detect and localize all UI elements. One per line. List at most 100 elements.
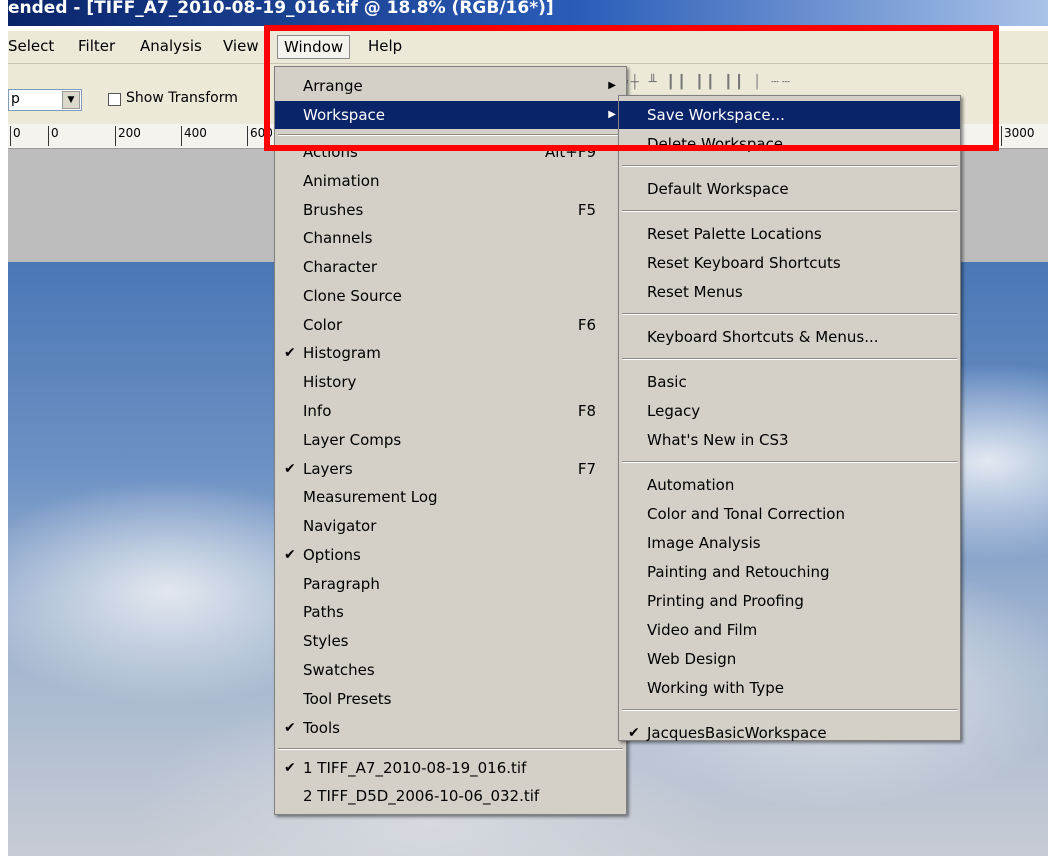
menu-item-label: History — [303, 373, 357, 391]
menu-item-navigator[interactable]: Navigator — [275, 512, 626, 540]
title-bar: ended - [TIFF_A7_2010-08-19_016.tif @ 18… — [8, 0, 1048, 26]
tool-combo-value: p — [11, 91, 20, 107]
menu-view[interactable]: View — [223, 37, 259, 55]
menu-item-shortcut: F5 — [577, 201, 596, 219]
ruler-tick: 3000 — [1001, 126, 1035, 146]
menu-item-brushes[interactable]: Brushes F5 — [275, 196, 626, 224]
submenu-item-automation[interactable]: Automation — [619, 471, 960, 499]
menu-item-label: Reset Palette Locations — [647, 225, 822, 243]
tool-combo[interactable]: p ▼ — [8, 89, 82, 111]
submenu-item-web-design[interactable]: Web Design — [619, 645, 960, 673]
checkmark-icon: ✔ — [628, 725, 640, 741]
submenu-item-delete-workspace[interactable]: Delete Workspace... — [619, 130, 960, 158]
menu-window[interactable]: Window — [277, 35, 351, 59]
menu-item-measurement-log[interactable]: Measurement Log — [275, 483, 626, 511]
submenu-item-color-and-tonal-correction[interactable]: Color and Tonal Correction — [619, 500, 960, 528]
menu-item-label: Web Design — [647, 650, 737, 668]
menu-item-label: Save Workspace... — [647, 106, 785, 124]
menu-item-label: Automation — [647, 476, 735, 494]
menu-item-shortcut: F6 — [577, 316, 596, 334]
menu-item-label: Reset Keyboard Shortcuts — [647, 254, 841, 272]
menu-item-label: Actions — [303, 143, 358, 161]
menu-item-label: Paths — [303, 603, 344, 621]
ruler-tick: 0 — [10, 126, 21, 146]
menu-item-label: Swatches — [303, 661, 375, 679]
submenu-item-reset-palette-locations[interactable]: Reset Palette Locations — [619, 220, 960, 248]
submenu-item-basic[interactable]: Basic — [619, 368, 960, 396]
menu-separator — [622, 358, 957, 360]
menu-item-label: Brushes — [303, 201, 364, 219]
checkmark-icon: ✔ — [284, 345, 296, 361]
menu-item-options[interactable]: ✔ Options — [275, 541, 626, 569]
menu-item-label: Workspace — [303, 106, 385, 124]
menu-item-tools[interactable]: ✔ Tools — [275, 714, 626, 742]
menu-item-tool-presets[interactable]: Tool Presets — [275, 685, 626, 713]
window-title: ended - [TIFF_A7_2010-08-19_016.tif @ 18… — [8, 0, 554, 18]
menu-analysis[interactable]: Analysis — [140, 37, 202, 55]
menu-item-history[interactable]: History — [275, 368, 626, 396]
submenu-item-what-s-new-in-cs3[interactable]: What's New in CS3 — [619, 426, 960, 454]
menu-item-label: Working with Type — [647, 679, 784, 697]
menu-help[interactable]: Help — [368, 37, 402, 55]
menu-select[interactable]: Select — [8, 37, 54, 55]
menu-item-workspace[interactable]: Workspace ▶ — [275, 101, 626, 129]
menu-item-animation[interactable]: Animation — [275, 167, 626, 195]
submenu-item-save-workspace[interactable]: Save Workspace... — [619, 101, 960, 129]
menu-item-paragraph[interactable]: Paragraph — [275, 570, 626, 598]
menu-item-label: Measurement Log — [303, 488, 438, 506]
submenu-item-keyboard-shortcuts-menus[interactable]: Keyboard Shortcuts & Menus... — [619, 323, 960, 351]
checkmark-icon: ✔ — [284, 547, 296, 563]
menu-item-clone-source[interactable]: Clone Source — [275, 282, 626, 310]
menu-item-document[interactable]: ✔ 1 TIFF_A7_2010-08-19_016.tif — [275, 754, 626, 782]
submenu-item-jacquesbasicworkspace[interactable]: ✔ JacquesBasicWorkspace — [619, 719, 960, 747]
menu-item-info[interactable]: Info F8 — [275, 397, 626, 425]
menu-separator — [622, 313, 957, 315]
menu-item-label: Styles — [303, 632, 349, 650]
menu-item-label: Default Workspace — [647, 180, 789, 198]
menu-separator — [622, 165, 957, 167]
menu-item-color[interactable]: Color F6 — [275, 311, 626, 339]
menu-item-label: Basic — [647, 373, 687, 391]
ruler-tick: 200 — [115, 126, 141, 146]
submenu-item-image-analysis[interactable]: Image Analysis — [619, 529, 960, 557]
menu-item-label: Printing and Proofing — [647, 592, 804, 610]
menu-item-actions[interactable]: Actions Alt+F9 — [275, 138, 626, 166]
menu-item-layers[interactable]: ✔ Layers F7 — [275, 455, 626, 483]
submenu-item-default-workspace[interactable]: Default Workspace — [619, 175, 960, 203]
menu-item-label: Navigator — [303, 517, 377, 535]
align-icons[interactable]: ╪┼ ╨ ┃┃ ┃┃ ┃┃ │ ┄┄ — [620, 75, 793, 90]
menu-separator — [622, 709, 957, 711]
menu-item-character[interactable]: Character — [275, 253, 626, 281]
menu-filter[interactable]: Filter — [78, 37, 115, 55]
menu-item-styles[interactable]: Styles — [275, 627, 626, 655]
menu-item-label: Tools — [303, 719, 340, 737]
menu-item-arrange[interactable]: Arrange ▶ — [275, 72, 626, 100]
checkmark-icon: ✔ — [284, 720, 296, 736]
ruler-tick: 600 — [247, 126, 273, 146]
menu-item-shortcut: F7 — [577, 460, 596, 478]
menu-item-histogram[interactable]: ✔ Histogram — [275, 339, 626, 367]
submenu-arrow-icon: ▶ — [608, 80, 616, 91]
menu-item-layer-comps[interactable]: Layer Comps — [275, 426, 626, 454]
menu-item-channels[interactable]: Channels — [275, 224, 626, 252]
menu-item-label: Painting and Retouching — [647, 563, 830, 581]
menu-item-label: Color and Tonal Correction — [647, 505, 845, 523]
menu-item-shortcut: Alt+F9 — [544, 143, 596, 161]
submenu-item-printing-and-proofing[interactable]: Printing and Proofing — [619, 587, 960, 615]
submenu-item-reset-menus[interactable]: Reset Menus — [619, 278, 960, 306]
menu-item-label: Options — [303, 546, 361, 564]
show-transform-checkbox[interactable] — [108, 93, 121, 106]
submenu-item-reset-keyboard-shortcuts[interactable]: Reset Keyboard Shortcuts — [619, 249, 960, 277]
menu-separator — [622, 461, 957, 463]
submenu-item-painting-and-retouching[interactable]: Painting and Retouching — [619, 558, 960, 586]
menu-bar: Select Filter Analysis View Window Help — [8, 31, 1048, 64]
submenu-item-legacy[interactable]: Legacy — [619, 397, 960, 425]
menu-item-paths[interactable]: Paths — [275, 598, 626, 626]
menu-item-document[interactable]: 2 TIFF_D5D_2006-10-06_032.tif — [275, 782, 626, 810]
menu-item-swatches[interactable]: Swatches — [275, 656, 626, 684]
chevron-down-icon[interactable]: ▼ — [62, 91, 80, 109]
submenu-item-working-with-type[interactable]: Working with Type — [619, 674, 960, 702]
submenu-item-video-and-film[interactable]: Video and Film — [619, 616, 960, 644]
checkmark-icon: ✔ — [284, 760, 296, 776]
ruler-tick: 0 — [48, 126, 59, 146]
